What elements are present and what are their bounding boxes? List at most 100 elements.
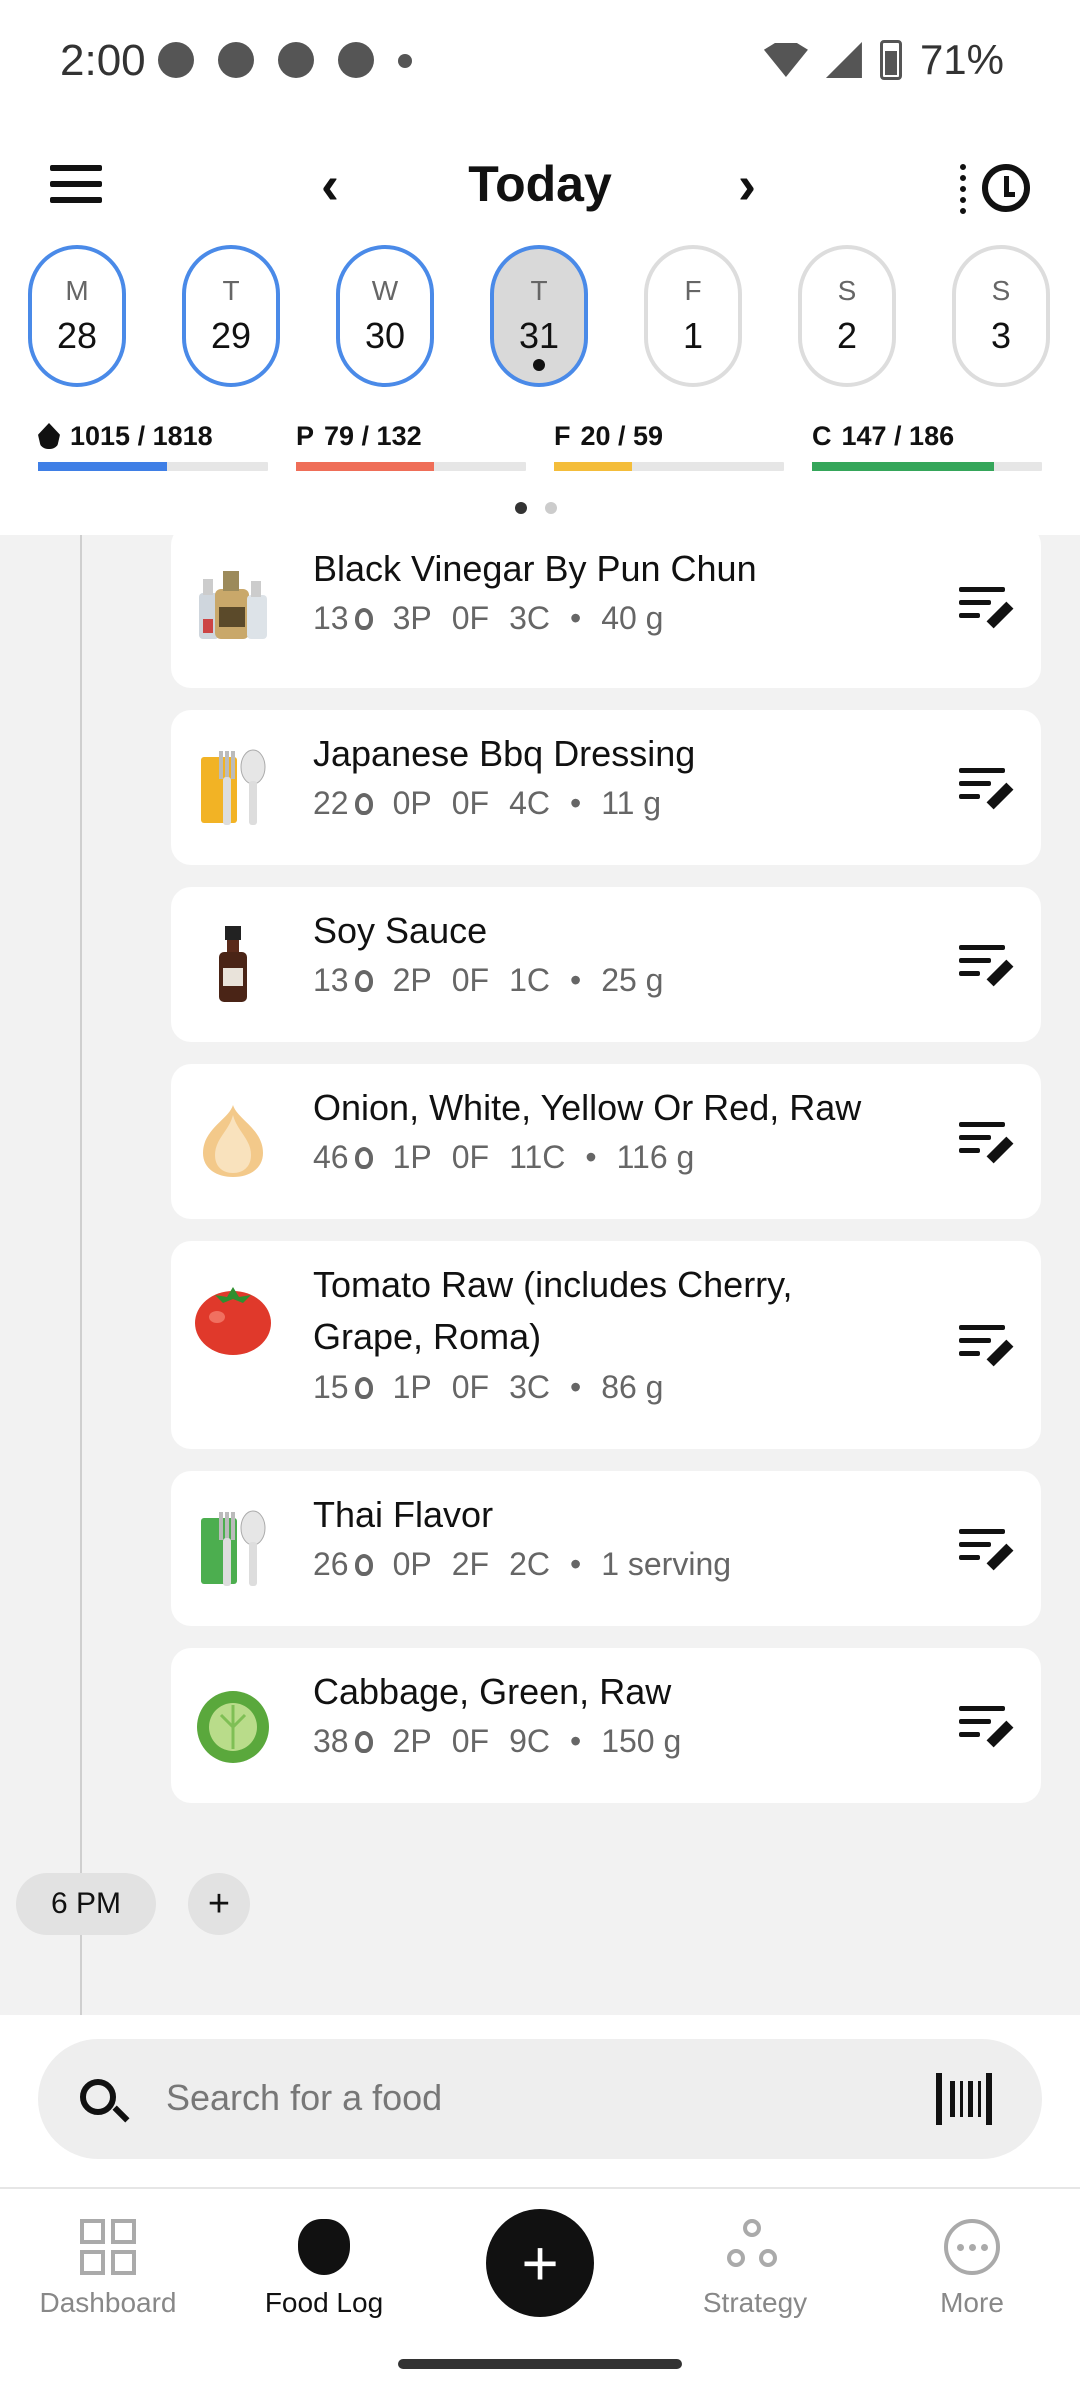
search-icon bbox=[80, 2079, 116, 2115]
fat-value: 20 / 59 bbox=[580, 420, 664, 451]
food-card[interactable]: Thai Flavor 26 0P 2F 2C • 1 serving bbox=[171, 1471, 1041, 1626]
macro-summary[interactable]: 1015 / 1818 P 79 / 132 F 20 / 59 C 147 / 18… bbox=[38, 418, 1042, 471]
day-number: 1 bbox=[682, 315, 704, 356]
edit-entry-icon[interactable] bbox=[959, 768, 1014, 810]
bottom-navigation: Dashboard Food Log + Strategy More bbox=[0, 2187, 1080, 2400]
food-name: Soy Sauce bbox=[313, 910, 488, 951]
time-chip[interactable]: 6 PM bbox=[16, 1873, 156, 1935]
week-selector: M 28 T 29 W 30 T 31 F 1 S 2 S 3 bbox=[28, 245, 1080, 387]
page-title: Today bbox=[468, 156, 612, 212]
flame-icon bbox=[354, 969, 373, 992]
status-right: 71% bbox=[763, 36, 1004, 84]
day-saturday[interactable]: S 2 bbox=[798, 245, 896, 387]
edit-entry-icon[interactable] bbox=[959, 1325, 1014, 1367]
protein-value: 79 / 132 bbox=[324, 420, 422, 451]
next-day-button[interactable]: › bbox=[725, 158, 769, 212]
more-icon bbox=[944, 2219, 1000, 2275]
food-card[interactable]: Japanese Bbq Dressing 22 0P 0F 4C • 11 g bbox=[171, 710, 1041, 865]
food-calories: 13 bbox=[313, 962, 349, 998]
food-meta: 22 0P 0F 4C • 11 g bbox=[313, 785, 661, 822]
food-protein: 2P bbox=[392, 1723, 432, 1759]
food-amount: 11 g bbox=[601, 785, 662, 821]
fat-progress-bar bbox=[554, 462, 784, 471]
nav-more[interactable]: More bbox=[882, 2219, 1062, 2319]
food-meta: 26 0P 2F 2C • 1 serving bbox=[313, 1546, 731, 1583]
day-monday[interactable]: M 28 bbox=[28, 245, 126, 387]
nav-food-log[interactable]: Food Log bbox=[234, 2219, 414, 2319]
barcode-scanner-icon[interactable] bbox=[936, 2073, 992, 2125]
food-card[interactable]: Tomato Raw (includes Cherry, Grape, Roma… bbox=[171, 1241, 1041, 1449]
food-amount: 1 serving bbox=[601, 1546, 732, 1582]
message-icon bbox=[278, 42, 314, 78]
search-input[interactable]: Search for a food bbox=[166, 2077, 442, 2119]
separator: • bbox=[569, 1369, 582, 1405]
food-amount: 86 g bbox=[601, 1369, 664, 1405]
food-protein: 0P bbox=[392, 785, 432, 821]
day-number: 29 bbox=[210, 315, 252, 356]
separator: • bbox=[585, 1139, 597, 1175]
day-letter: F bbox=[684, 275, 702, 306]
calories-macro: 1015 / 1818 bbox=[38, 418, 268, 471]
carbs-prefix: C bbox=[812, 420, 832, 451]
day-friday[interactable]: F 1 bbox=[644, 245, 742, 387]
nav-strategy[interactable]: Strategy bbox=[665, 2219, 845, 2319]
food-card[interactable]: Onion, White, Yellow Or Red, Raw 46 1P 0… bbox=[171, 1064, 1041, 1219]
previous-day-button[interactable]: ‹ bbox=[308, 158, 352, 212]
calories-value: 1015 / 1818 bbox=[70, 420, 213, 451]
day-letter: T bbox=[530, 275, 548, 306]
edit-entry-icon[interactable] bbox=[959, 1122, 1014, 1164]
food-fat: 0F bbox=[451, 600, 490, 636]
search-bar[interactable]: Search for a food bbox=[38, 2039, 1042, 2159]
flame-icon bbox=[354, 1553, 373, 1576]
add-entry-button[interactable]: + bbox=[188, 1873, 250, 1935]
food-amount: 40 g bbox=[601, 600, 664, 636]
food-name: Black Vinegar By Pun Chun bbox=[313, 548, 757, 589]
day-thursday-today[interactable]: T 31 bbox=[490, 245, 588, 387]
food-calories: 38 bbox=[313, 1723, 349, 1759]
history-icon[interactable] bbox=[960, 158, 1030, 218]
food-carbs: 4C bbox=[509, 785, 550, 821]
edit-entry-icon[interactable] bbox=[959, 587, 1014, 629]
day-letter: S bbox=[991, 275, 1011, 306]
food-carbs: 2C bbox=[509, 1546, 550, 1582]
home-indicator bbox=[398, 2359, 682, 2369]
vinegar-bottles-icon bbox=[199, 571, 267, 639]
nav-dashboard[interactable]: Dashboard bbox=[18, 2219, 198, 2319]
food-carbs: 3C bbox=[509, 600, 550, 636]
day-wednesday[interactable]: W 30 bbox=[336, 245, 434, 387]
carbs-value: 147 / 186 bbox=[841, 420, 955, 451]
food-fat: 0F bbox=[451, 1723, 490, 1759]
food-fat: 0F bbox=[451, 1139, 490, 1175]
food-carbs: 1C bbox=[509, 962, 550, 998]
food-amount: 116 g bbox=[616, 1139, 695, 1175]
edit-entry-icon[interactable] bbox=[959, 945, 1014, 987]
food-name: Japanese Bbq Dressing bbox=[313, 733, 696, 774]
separator: • bbox=[569, 785, 582, 821]
food-calories: 15 bbox=[313, 1369, 349, 1405]
food-calories: 13 bbox=[313, 600, 349, 636]
day-letter: T bbox=[222, 275, 240, 306]
food-card[interactable]: Black Vinegar By Pun Chun 13 3P 0F 3C • … bbox=[171, 535, 1041, 688]
add-food-fab[interactable]: + bbox=[486, 2209, 594, 2317]
timeline-line bbox=[80, 535, 82, 2015]
fat-macro: F 20 / 59 bbox=[554, 418, 784, 471]
food-protein: 1P bbox=[392, 1369, 432, 1405]
status-time: 2:00 bbox=[60, 36, 146, 85]
edit-entry-icon[interactable] bbox=[959, 1706, 1014, 1748]
messenger-icon bbox=[158, 42, 194, 78]
food-calories: 26 bbox=[313, 1546, 349, 1582]
food-name: Tomato Raw (includes Cherry, Grape, Roma… bbox=[313, 1264, 793, 1357]
food-card[interactable]: Soy Sauce 13 2P 0F 1C • 25 g bbox=[171, 887, 1041, 1042]
edit-entry-icon[interactable] bbox=[959, 1529, 1014, 1571]
food-name: Onion, White, Yellow Or Red, Raw bbox=[313, 1087, 862, 1128]
food-carbs: 11C bbox=[509, 1139, 566, 1175]
separator: • bbox=[569, 1546, 582, 1582]
nav-label: Strategy bbox=[702, 2287, 808, 2318]
food-fat: 2F bbox=[451, 1546, 490, 1582]
separator: • bbox=[569, 1723, 582, 1759]
day-tuesday[interactable]: T 29 bbox=[182, 245, 280, 387]
day-number: 30 bbox=[364, 315, 406, 356]
day-sunday[interactable]: S 3 bbox=[952, 245, 1050, 387]
day-number: 2 bbox=[836, 315, 858, 356]
food-card[interactable]: Cabbage, Green, Raw 38 2P 0F 9C • 150 g bbox=[171, 1648, 1041, 1803]
